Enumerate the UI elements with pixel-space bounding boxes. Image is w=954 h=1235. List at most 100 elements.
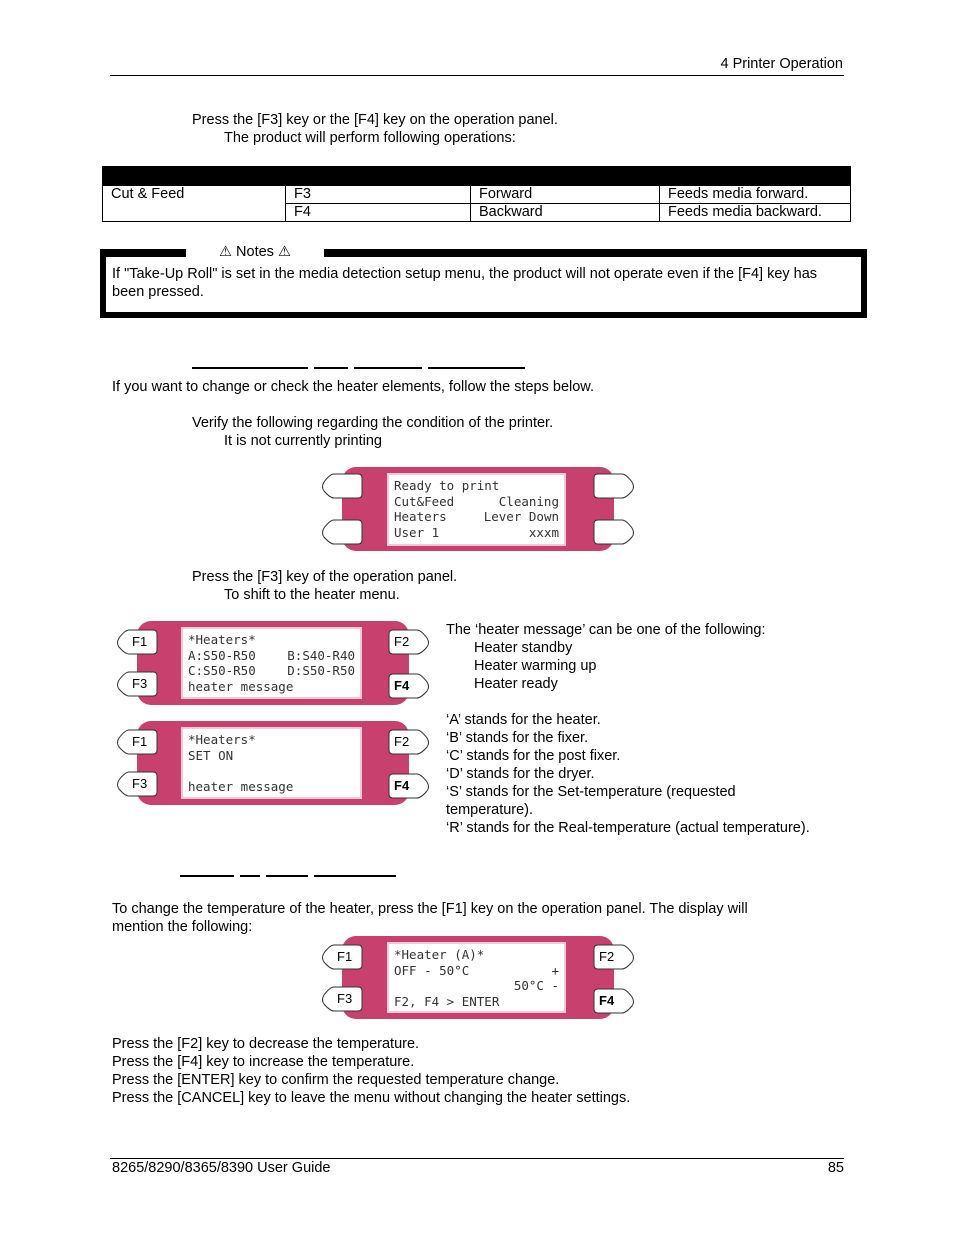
heading-rule <box>354 367 422 369</box>
lcd-line: *Heater (A)* <box>394 947 485 962</box>
lcd-line: heater message <box>188 678 294 694</box>
message-item: Heater warming up <box>474 658 597 674</box>
header-rule <box>110 75 844 76</box>
lcd-line: heater message <box>188 778 294 794</box>
table-cell: Forward <box>470 185 660 204</box>
key-label: F4 <box>599 993 615 1008</box>
panel-key-f3[interactable]: F3 <box>115 671 159 697</box>
message-intro: The ‘heater message’ can be one of the f… <box>446 622 766 638</box>
key-label: F2 <box>394 734 410 749</box>
key-label: F2 <box>599 949 615 964</box>
key-label: F2 <box>394 634 410 649</box>
key-label: F4 <box>394 778 410 793</box>
message-item: Heater standby <box>474 640 573 656</box>
panel-key-f4[interactable] <box>592 519 636 545</box>
panel-key-f1[interactable]: F1 <box>115 729 159 755</box>
instruction-line: Press the [CANCEL] key to leave the menu… <box>112 1090 631 1106</box>
lcd-line: Ready to print <box>394 478 500 493</box>
lcd-line: OFF - 50°C <box>394 962 470 978</box>
legend-item: ‘C’ stands for the post fixer. <box>446 748 621 764</box>
panel-key-f4[interactable]: F4 <box>387 673 431 699</box>
panel-key-f2[interactable]: F2 <box>387 729 431 755</box>
key-label: F1 <box>132 634 148 649</box>
lcd-display: *Heaters* SET ON heater message <box>181 727 362 799</box>
page-number: 85 <box>827 1160 844 1176</box>
panel-key-f3[interactable] <box>320 519 364 545</box>
lcd-line: *Heaters* <box>188 632 256 647</box>
key-label: F3 <box>132 676 148 691</box>
panel-key-f3[interactable]: F3 <box>115 771 159 797</box>
operations-table: Cut & Feed F3 Forward Feeds media forwar… <box>102 166 851 222</box>
table-cell: Cut & Feed <box>102 185 286 222</box>
step-text: Press the [F3] key of the operation pane… <box>192 569 458 585</box>
message-item: Heater ready <box>474 676 558 692</box>
table-cell: Feeds media forward. <box>659 185 851 204</box>
lcd-line: User 1 <box>394 524 440 540</box>
lcd-line: Lever Down <box>483 509 559 524</box>
step-text: Verify the following regarding the condi… <box>192 415 554 431</box>
legend-item: ‘B’ stands for the fixer. <box>446 730 589 746</box>
heading-rule <box>180 875 234 877</box>
notes-text: If "Take-Up Roll" is set in the media de… <box>112 266 818 300</box>
panel-key-f1[interactable]: F1 <box>115 629 159 655</box>
panel-key-f2[interactable]: F2 <box>592 944 636 970</box>
lcd-line: C:S50-R50 <box>188 663 256 678</box>
heading-rule <box>240 875 260 877</box>
panel-key-f1[interactable]: F1 <box>320 944 364 970</box>
panel-key-f4[interactable]: F4 <box>592 988 636 1014</box>
section-intro: mention the following: <box>112 919 253 935</box>
footer-title: 8265/8290/8365/8390 User Guide <box>112 1160 331 1176</box>
lcd-display: *Heater (A)* OFF - 50°C + 50°C - F2, F4 >… <box>387 942 566 1013</box>
instruction-line: Press the [F4] key to increase the tempe… <box>112 1054 415 1070</box>
legend-item: ‘S’ stands for the Set-temperature (requ… <box>446 784 736 800</box>
key-label: F3 <box>132 776 148 791</box>
lcd-line: Cleaning <box>498 493 559 509</box>
legend-item: temperature). <box>446 802 534 818</box>
lcd-display: *Heaters* A:S50-R50 B:S40-R40 C:S50-R50 D:… <box>181 627 362 699</box>
legend-item: ‘A’ stands for the heater. <box>446 712 601 728</box>
heading-rule <box>192 367 308 369</box>
legend-item: ‘R’ stands for the Real-temperature (act… <box>446 820 810 836</box>
lcd-line: xxxm <box>528 524 559 540</box>
instruction-line: Press the [F2] key to decrease the tempe… <box>112 1036 420 1052</box>
heading-rule <box>266 875 308 877</box>
panel-key-f4[interactable]: F4 <box>387 773 431 799</box>
panel-key-f2[interactable]: F2 <box>387 629 431 655</box>
heading-rule <box>428 367 525 369</box>
footer-rule <box>110 1158 844 1159</box>
substep-text: It is not currently printing <box>224 433 382 449</box>
lcd-line: + <box>551 962 559 978</box>
panel-key-f2[interactable] <box>592 473 636 499</box>
legend-item: ‘D’ stands for the dryer. <box>446 766 595 782</box>
lcd-line: 50°C - <box>513 978 559 993</box>
lcd-line: A:S50-R50 <box>188 647 256 663</box>
instruction-line: Press the [ENTER] key to confirm the req… <box>112 1072 560 1088</box>
lcd-line: Cut&Feed <box>394 493 455 509</box>
lcd-line: Heaters <box>394 509 447 524</box>
chapter-header: 4 Printer Operation <box>720 56 843 72</box>
warning-icon: ⚠ <box>219 244 233 260</box>
table-row: Cut & Feed F3 Forward Feeds media forwar… <box>102 185 851 222</box>
section-intro: To change the temperature of the heater,… <box>112 901 748 917</box>
lcd-display: Ready to print Cut&Feed Cleaning Heaters L… <box>387 473 566 546</box>
notes-title: ⚠ Notes ⚠ <box>186 240 324 262</box>
step-text: Press the [F3] key or the [F4] key on th… <box>192 112 558 128</box>
section-intro: If you want to change or check the heate… <box>112 379 595 395</box>
table-cell: Feeds media backward. <box>659 203 851 222</box>
table-header-row <box>102 166 851 186</box>
lcd-line: D:S50-R50 <box>287 663 355 678</box>
notes-title-label: Notes <box>236 244 274 260</box>
panel-key-f1[interactable] <box>320 473 364 499</box>
heading-rule <box>314 875 396 877</box>
substep-text: To shift to the heater menu. <box>224 587 400 603</box>
substep-text: The product will perform following opera… <box>224 130 516 146</box>
warning-icon: ⚠ <box>277 244 291 260</box>
lcd-line: B:S40-R40 <box>287 647 355 663</box>
key-label: F4 <box>394 678 410 693</box>
key-label: F3 <box>337 991 353 1006</box>
table-cell: F4 <box>285 203 471 222</box>
heading-rule <box>314 367 348 369</box>
lcd-line: SET ON <box>188 747 234 763</box>
panel-key-f3[interactable]: F3 <box>320 986 364 1012</box>
key-label: F1 <box>132 734 148 749</box>
